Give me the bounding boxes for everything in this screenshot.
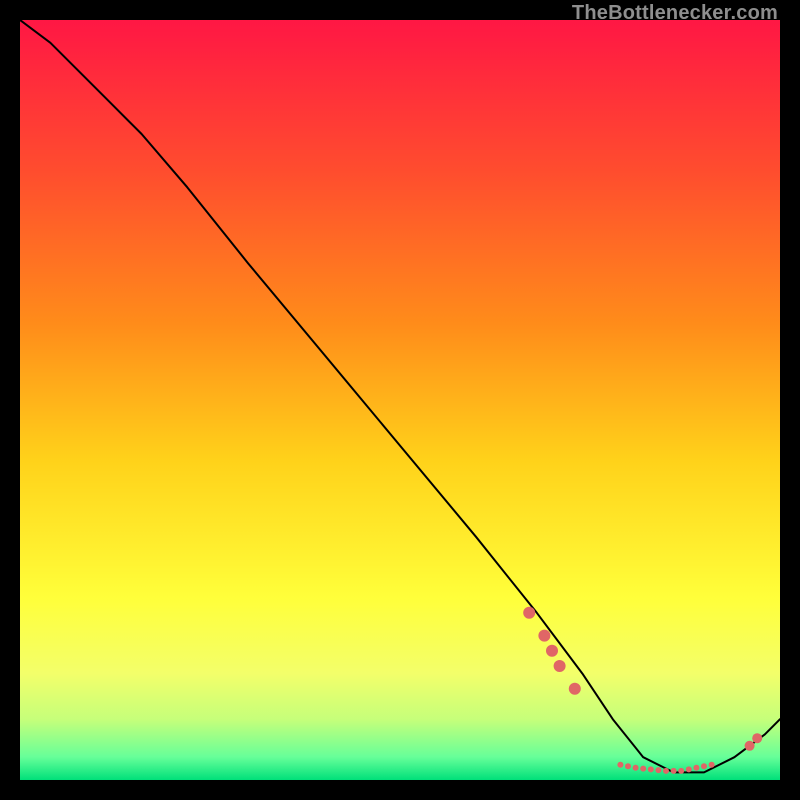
- chart-svg: [20, 20, 780, 780]
- data-marker: [671, 768, 677, 774]
- data-marker: [640, 766, 646, 772]
- data-marker: [693, 765, 699, 771]
- data-marker: [648, 766, 654, 772]
- data-marker: [678, 768, 684, 774]
- data-marker: [554, 660, 566, 672]
- data-marker: [663, 768, 669, 774]
- data-marker: [617, 762, 623, 768]
- chart-frame: [20, 20, 780, 780]
- data-marker: [709, 762, 715, 768]
- data-marker: [569, 683, 581, 695]
- data-marker: [745, 741, 755, 751]
- data-marker: [546, 645, 558, 657]
- data-marker: [523, 607, 535, 619]
- watermark-text: TheBottlenecker.com: [572, 2, 778, 25]
- data-marker: [655, 767, 661, 773]
- data-marker: [752, 733, 762, 743]
- gradient-background: [20, 20, 780, 780]
- data-marker: [701, 763, 707, 769]
- data-marker: [538, 630, 550, 642]
- data-marker: [625, 763, 631, 769]
- data-marker: [633, 765, 639, 771]
- data-marker: [686, 766, 692, 772]
